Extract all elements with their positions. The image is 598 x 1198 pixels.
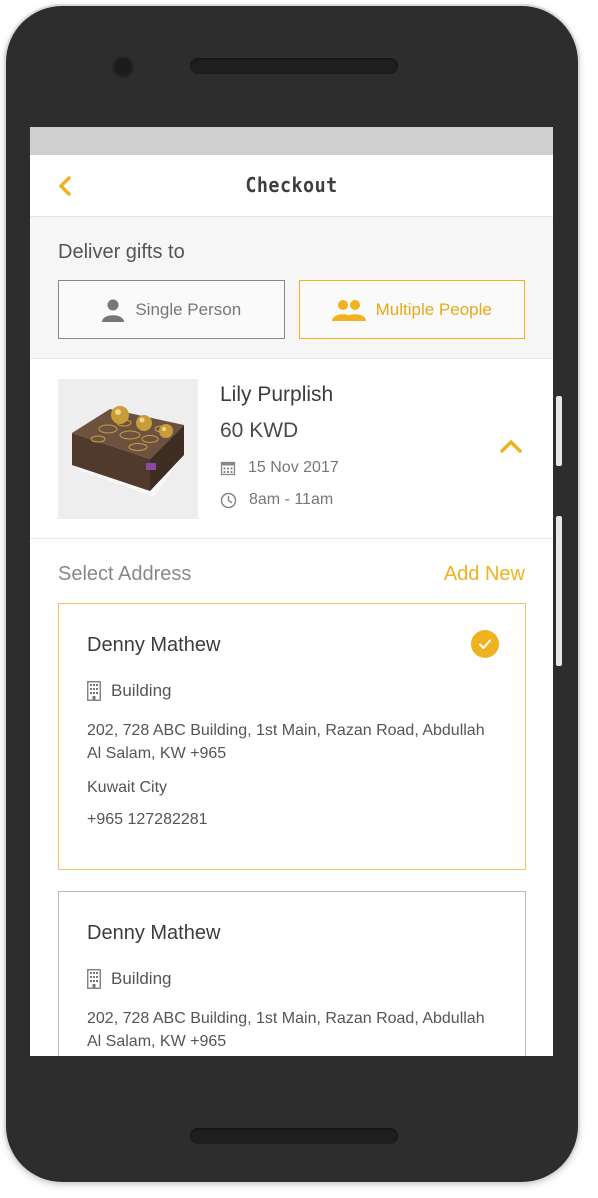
delivery-date: 15 Nov 2017 — [248, 459, 339, 476]
product-summary: Lily Purplish 60 KWD 15 Nov 2017 8am - 1… — [30, 359, 553, 539]
address-type-row: Building — [87, 681, 497, 701]
recipient-toggle-group: Single Person Multiple People — [58, 280, 525, 339]
product-price: 60 KWD — [220, 419, 299, 442]
top-speaker — [190, 58, 398, 74]
clock-icon — [220, 492, 237, 508]
address-card[interactable]: Denny Mathew Building 202, 728 ABC Build… — [58, 603, 526, 870]
person-icon — [102, 299, 125, 322]
address-name: Denny Mathew — [87, 922, 221, 944]
product-name: Lily Purplish — [220, 383, 334, 406]
select-address-label: Select Address — [58, 563, 192, 585]
delivery-time-row: 8am - 11am — [220, 491, 333, 509]
deliver-label: Deliver gifts to — [58, 241, 185, 263]
address-phone: +965 127282281 — [87, 811, 208, 828]
status-bar — [30, 127, 553, 155]
address-lines: 202, 728 ABC Building, 1st Main, Razan R… — [87, 722, 485, 762]
volume-button — [556, 396, 562, 466]
front-camera — [112, 56, 134, 78]
building-icon — [87, 969, 101, 989]
selected-check-icon — [471, 630, 499, 658]
address-city: Kuwait City — [87, 779, 168, 796]
delivery-time: 8am - 11am — [249, 491, 334, 508]
people-icon — [331, 299, 366, 321]
product-image — [58, 379, 198, 519]
multiple-people-label: Multiple People — [375, 299, 492, 319]
single-person-label: Single Person — [135, 299, 242, 319]
page-title: Checkout — [245, 173, 338, 197]
address-type: Building — [111, 681, 172, 700]
add-new-address-link[interactable]: Add New — [444, 563, 525, 586]
building-icon — [87, 681, 101, 701]
app-screen: Checkout Deliver gifts to Single Person … — [30, 127, 553, 1056]
address-lines: 202, 728 ABC Building, 1st Main, Razan R… — [87, 1010, 485, 1050]
address-type-row: Building — [87, 969, 497, 989]
deliver-section: Deliver gifts to Single Person Multiple … — [30, 217, 553, 359]
calendar-icon — [220, 461, 236, 476]
address-type: Building — [111, 969, 172, 988]
address-name: Denny Mathew — [87, 634, 221, 656]
address-card[interactable]: Denny Mathew Building 202, 728 ABC Build… — [58, 891, 526, 1056]
chevron-up-icon[interactable] — [499, 437, 523, 455]
single-person-button[interactable]: Single Person — [58, 280, 285, 339]
address-header: Select Address Add New — [30, 539, 553, 607]
delivery-date-row: 15 Nov 2017 — [220, 459, 339, 477]
power-button — [556, 516, 562, 666]
bottom-speaker — [190, 1128, 398, 1144]
multiple-people-button[interactable]: Multiple People — [298, 280, 525, 339]
nav-bar: Checkout — [30, 155, 553, 217]
